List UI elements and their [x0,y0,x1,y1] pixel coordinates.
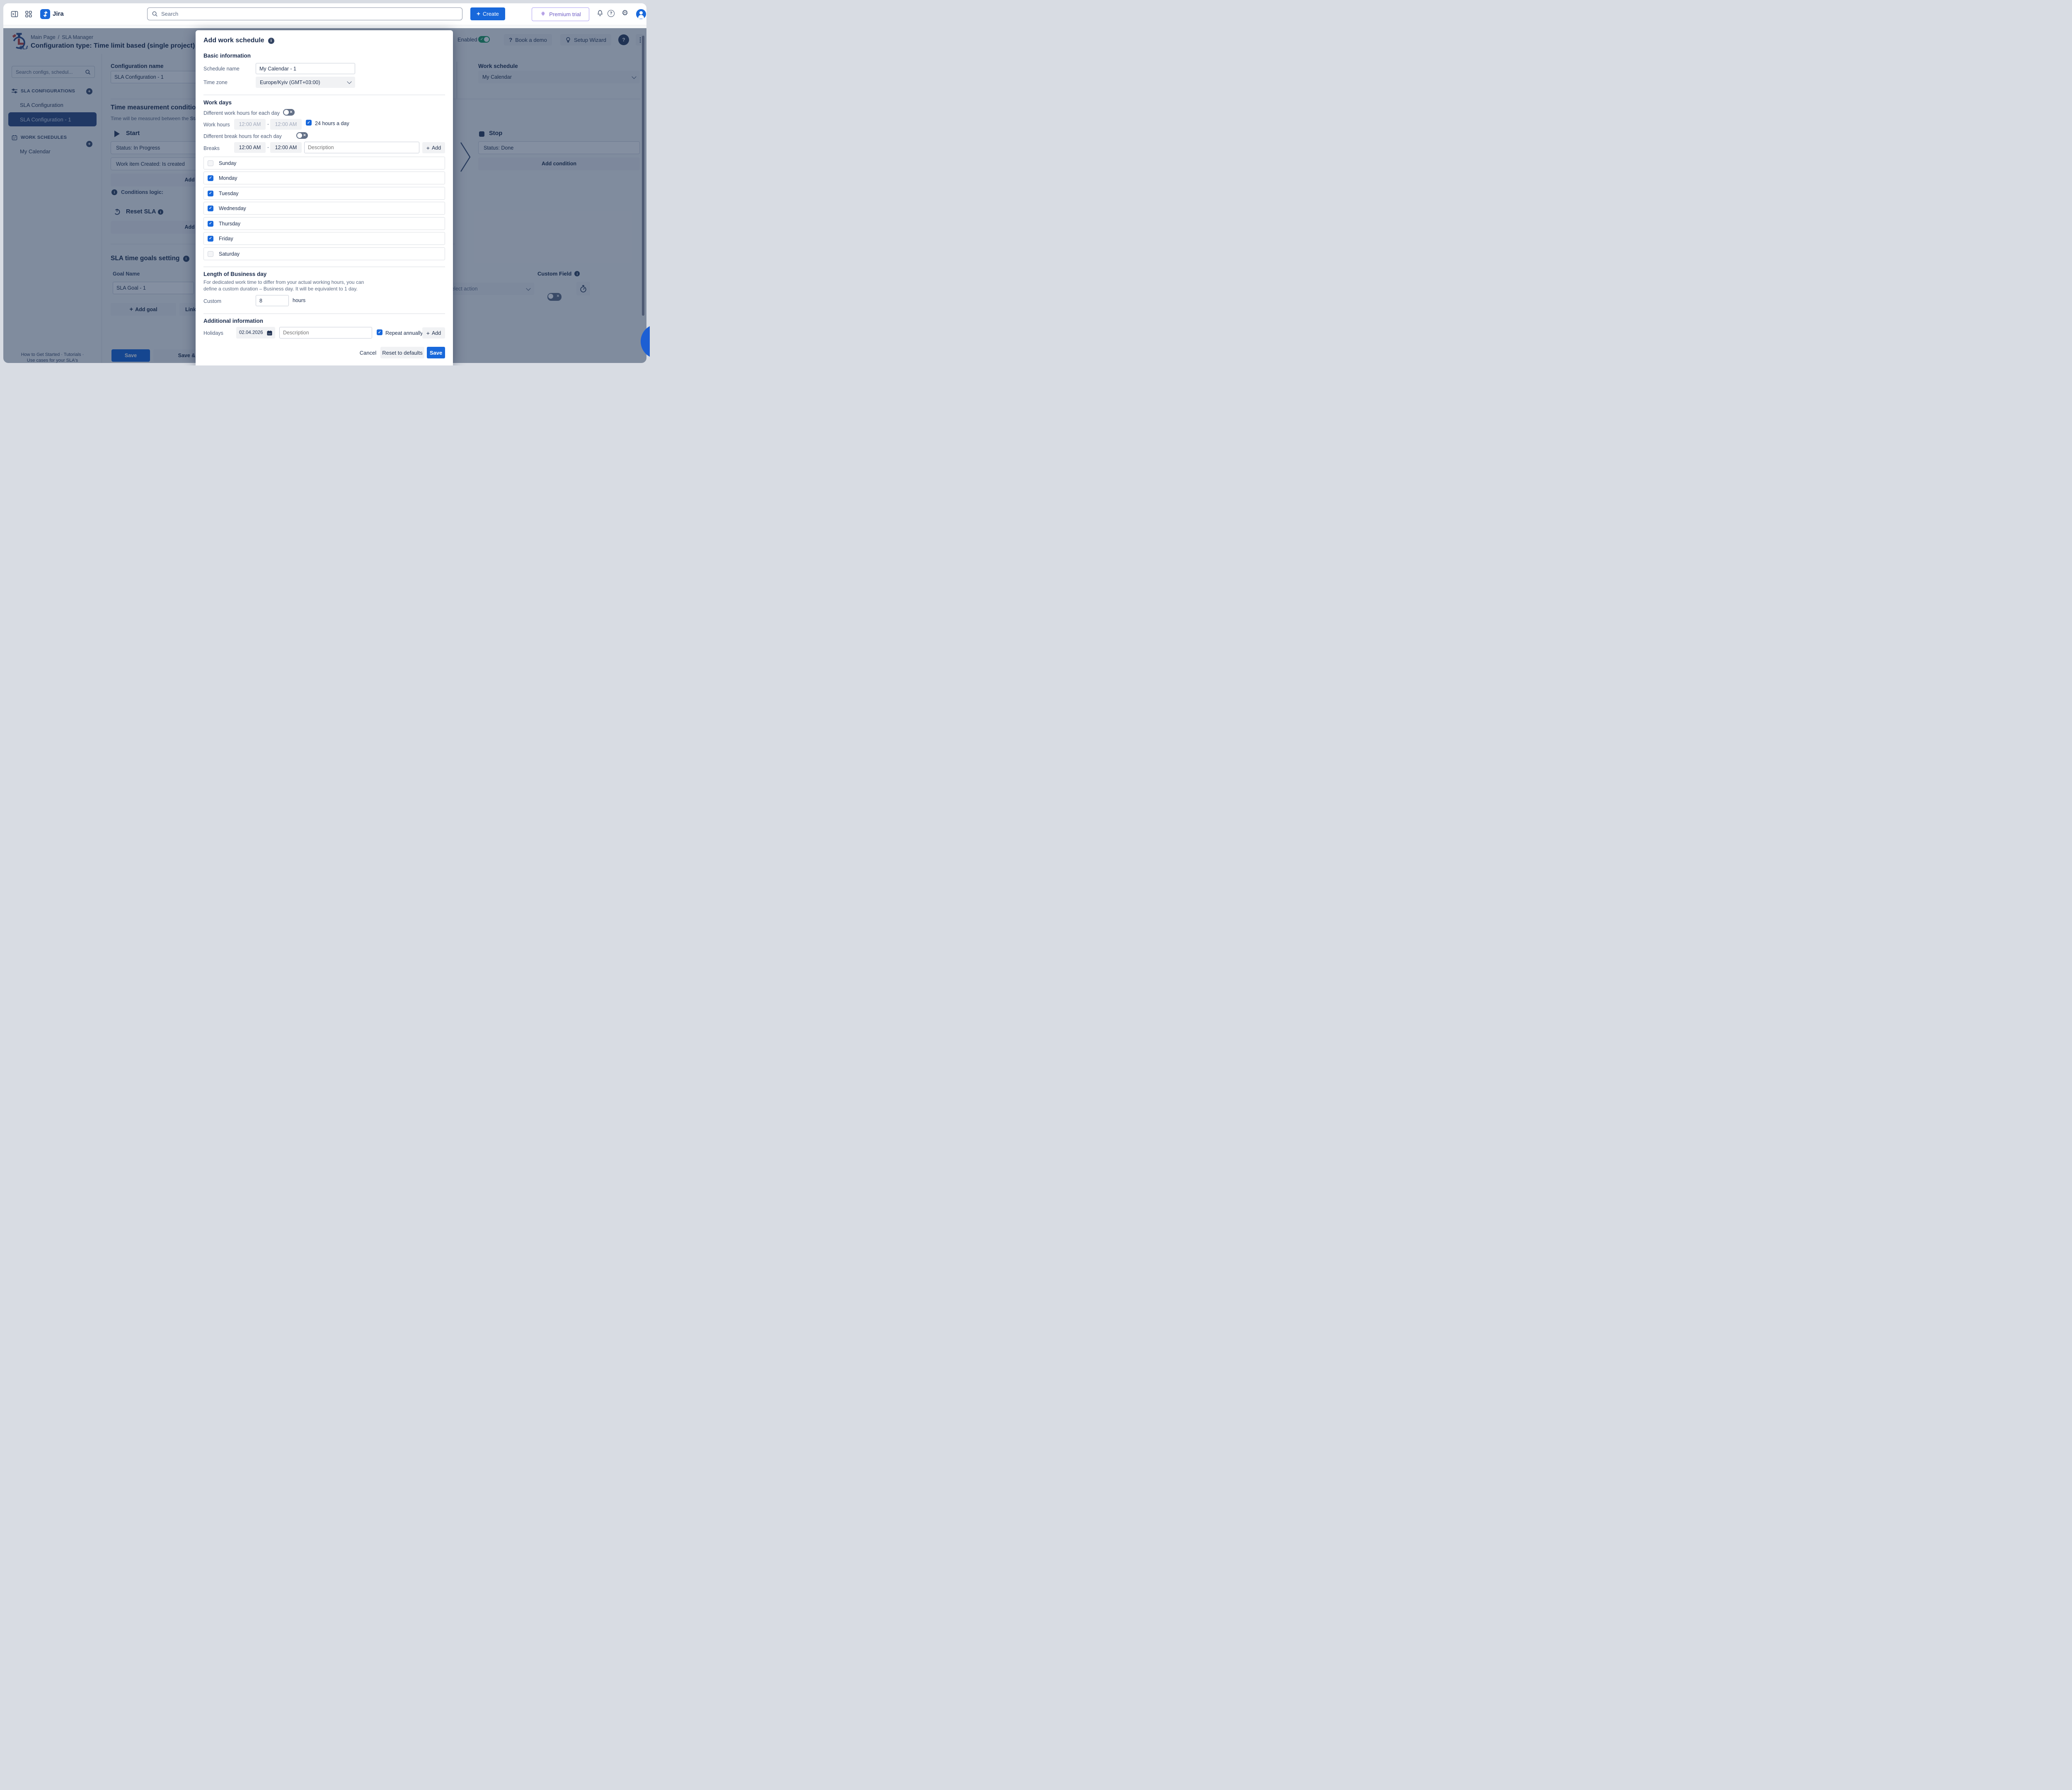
jira-logo-icon[interactable] [40,9,50,19]
sidebar-toggle-icon[interactable] [11,10,18,18]
day-row-saturday[interactable]: Saturday [203,247,445,260]
length-business-day-heading: Length of Business day [203,271,266,277]
holiday-date-input[interactable]: 02.04.2026 [236,327,275,339]
day-row-wednesday[interactable]: Wednesday [203,202,445,215]
time-separator: - [267,144,269,150]
work-hours-label: Work hours [203,122,230,128]
repeat-annually-checkbox[interactable] [377,329,382,335]
24-hours-label: 24 hours a day [315,121,349,126]
break-from-input[interactable]: 12:00 AM [234,142,266,153]
day-label: Sunday [219,160,236,166]
modal-title-info-icon[interactable] [268,38,274,44]
day-checkbox[interactable] [208,206,213,211]
day-checkbox[interactable] [208,175,213,181]
divider [203,313,445,314]
add-holiday-button[interactable]: + Add [422,327,445,339]
day-row-thursday[interactable]: Thursday [203,217,445,230]
day-row-sunday[interactable]: Sunday [203,157,445,169]
day-label: Monday [219,175,237,181]
day-label: Wednesday [219,206,246,211]
diff-break-hours-toggle[interactable] [296,132,308,139]
diff-work-hours-toggle[interactable] [283,109,295,116]
search-placeholder: Search [161,11,458,17]
search-icon [152,11,158,17]
create-button[interactable]: + Create [470,7,505,20]
basic-information-heading: Basic information [203,53,251,59]
day-row-friday[interactable]: Friday [203,232,445,245]
day-checkbox[interactable] [208,236,213,242]
plus-icon: + [477,10,480,17]
day-label: Thursday [219,221,240,227]
work-days-heading: Work days [203,99,232,106]
schedule-name-input[interactable] [256,63,355,74]
notifications-bell-icon[interactable] [596,10,604,18]
help-icon[interactable]: ? [608,10,615,17]
day-label: Friday [219,236,233,242]
break-description-input[interactable] [304,142,419,153]
lob-description-line2: define a custom duration – Business day.… [203,286,358,292]
app-root: Jira Search + Create Premium trial ? ⚙ [0,0,650,365]
day-checkbox[interactable] [208,251,213,257]
diff-break-hours-label: Different break hours for each day [203,133,282,139]
day-checkbox[interactable] [208,221,213,227]
timezone-select[interactable]: Europe/Kyiv (GMT+03:00) [256,77,355,88]
repeat-annually-label: Repeat annually [385,330,423,336]
calendar-icon [267,330,272,336]
modal-save-button[interactable]: Save [427,347,445,358]
modal-reset-defaults-button[interactable]: Reset to defaults [380,347,424,358]
top-navigation-bar: Jira Search + Create Premium trial ? ⚙ [3,3,646,25]
plus-icon: + [426,145,430,151]
time-separator: - [267,121,269,127]
lob-description-line1: For dedicated work time to differ from y… [203,279,364,285]
day-checkbox[interactable] [208,160,213,166]
custom-label: Custom [203,298,221,304]
premium-diamond-icon [540,11,546,17]
holiday-description-input[interactable] [279,327,372,339]
settings-gear-icon[interactable]: ⚙ [622,9,628,17]
schedule-name-label: Schedule name [203,66,240,72]
work-hours-to-input[interactable]: 12:00 AM [270,119,302,130]
day-label: Tuesday [219,191,238,196]
chevron-down-icon [347,79,351,84]
hours-label: hours [293,298,305,303]
day-row-tuesday[interactable]: Tuesday [203,187,445,200]
holidays-label: Holidays [203,330,223,336]
page-scrollbar[interactable] [642,36,644,316]
breaks-label: Breaks [203,145,220,151]
add-work-schedule-modal: Add work schedule Basic information Sche… [196,30,453,365]
user-avatar[interactable] [636,9,646,19]
add-break-button[interactable]: + Add [422,142,445,153]
work-hours-from-input[interactable]: 12:00 AM [234,119,266,130]
break-to-input[interactable]: 12:00 AM [270,142,302,153]
modal-title: Add work schedule [203,37,264,44]
timezone-label: Time zone [203,80,228,85]
divider [203,94,445,95]
day-row-monday[interactable]: Monday [203,172,445,184]
app-switcher-icon[interactable] [25,11,32,17]
jira-wordmark: Jira [53,10,64,17]
day-label: Saturday [219,251,240,257]
diff-work-hours-label: Different work hours for each day [203,110,280,116]
plus-icon: + [426,330,430,336]
premium-trial-button[interactable]: Premium trial [532,7,589,21]
modal-cancel-button[interactable]: Cancel [358,347,378,358]
additional-information-heading: Additional information [203,318,263,324]
custom-hours-input[interactable] [256,295,289,306]
divider [203,266,445,267]
day-checkbox[interactable] [208,191,213,196]
24-hours-checkbox[interactable] [306,120,312,126]
global-search-input[interactable]: Search [147,7,462,20]
